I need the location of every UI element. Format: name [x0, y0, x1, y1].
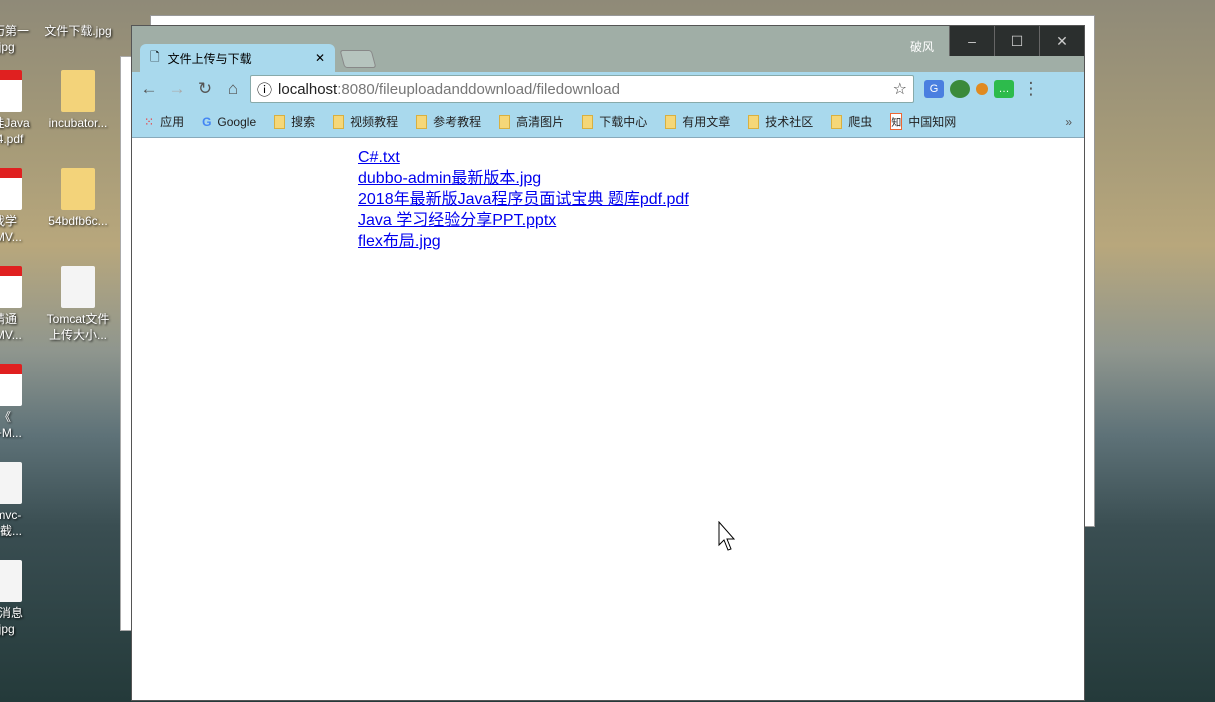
menu-icon[interactable]: ⋮ — [1020, 79, 1042, 99]
more-bookmarks-button[interactable]: » — [1065, 115, 1072, 129]
file-download-link[interactable]: C#.txt — [358, 147, 1084, 168]
img-file-icon — [61, 266, 95, 308]
globe-extension-icon[interactable] — [950, 80, 970, 98]
bookmark-item[interactable]: 视频教程 — [333, 113, 398, 130]
bookmark-label: 有用文章 — [682, 113, 730, 130]
translate-extension-icon[interactable]: G — [924, 80, 944, 98]
new-tab-button[interactable] — [340, 50, 377, 68]
bookmark-label: 下载中心 — [599, 113, 647, 130]
address-bar[interactable]: ⓘ localhost:8080/fileuploadanddownload/f… — [250, 75, 914, 103]
bookmark-star-icon[interactable]: ☆ — [893, 79, 907, 99]
home-icon[interactable]: ⌂ — [222, 79, 244, 99]
folder-file-icon — [61, 70, 95, 112]
folder-icon — [831, 115, 842, 129]
desktop-icon-label: gmvc- 拦截... — [0, 507, 45, 539]
forward-icon[interactable]: → — [166, 79, 188, 99]
folder-icon — [499, 115, 510, 129]
tab-title: 文件上传与下载 — [168, 50, 307, 67]
folder-icon — [274, 115, 285, 129]
tab-active[interactable]: 🗋 文件上传与下载 ✕ — [140, 44, 335, 72]
minimize-button[interactable]: – — [949, 26, 994, 56]
bookmark-item[interactable]: G Google — [202, 115, 256, 129]
close-window-button[interactable]: ✕ — [1039, 26, 1084, 56]
google-icon: G — [202, 115, 211, 129]
reload-icon[interactable]: ↻ — [194, 79, 216, 99]
pdf-file-icon — [0, 70, 22, 112]
file-download-link[interactable]: Java 学习经验分享PPT.pptx — [358, 210, 1084, 231]
file-download-link[interactable]: 2018年最新版Java程序员面试宝典 题库pdf.pdf — [358, 189, 1084, 210]
bookmark-label: 参考教程 — [433, 113, 481, 130]
bookmark-item[interactable]: 爬虫 — [831, 113, 872, 130]
back-icon[interactable]: ← — [138, 79, 160, 99]
desktop-icon-label: incubator... — [38, 115, 118, 131]
file-list: C#.txtdubbo-admin最新版本.jpg2018年最新版Java程序员… — [132, 138, 1084, 252]
desktop-icon-label: 文件下载.jpg — [38, 23, 118, 39]
bookmark-item[interactable]: 参考教程 — [416, 113, 481, 130]
profile-name[interactable]: 破风 — [910, 38, 934, 55]
desktop-icon[interactable]: 《 g+M... — [0, 364, 45, 441]
toolbar: ← → ↻ ⌂ ⓘ localhost:8080/fileuploadanddo… — [132, 72, 1084, 106]
txt-file-icon — [0, 462, 22, 504]
mouse-cursor-icon — [718, 521, 738, 553]
bookmark-item[interactable]: 高清图片 — [499, 113, 564, 130]
file-download-link[interactable]: dubbo-admin最新版本.jpg — [358, 168, 1084, 189]
desktop-icon[interactable]: 54bdfb6c... — [38, 168, 118, 229]
url-path: :8080/fileuploadanddownload/filedownload — [337, 81, 620, 98]
bookmark-item[interactable]: 有用文章 — [665, 113, 730, 130]
bookmark-label: 爬虫 — [848, 113, 872, 130]
close-tab-icon[interactable]: ✕ — [315, 51, 325, 65]
url-host: localhost — [278, 81, 337, 98]
bookmark-label: 视频教程 — [350, 113, 398, 130]
browser-window: 破风 – ☐ ✕ 🗋 文件上传与下载 ✕ ← → ↻ ⌂ ⓘ localhost… — [131, 25, 1085, 701]
pdf-file-icon — [0, 168, 22, 210]
bookmark-item[interactable]: 知中国知网 — [890, 113, 956, 130]
folder-file-icon — [61, 168, 95, 210]
snail-extension-icon[interactable] — [976, 83, 988, 95]
pdf-file-icon — [0, 364, 22, 406]
bookmark-item[interactable]: ⁙ 应用 — [144, 113, 184, 130]
bookmark-label: 高清图片 — [516, 113, 564, 130]
desktop-icon-label: 传消息 .jpg — [0, 605, 45, 637]
title-bar[interactable]: 破风 – ☐ ✕ 🗋 文件上传与下载 ✕ — [132, 26, 1084, 72]
bookmark-label: 应用 — [160, 113, 184, 130]
maximize-button[interactable]: ☐ — [994, 26, 1039, 56]
folder-icon — [333, 115, 344, 129]
cnki-icon: 知 — [890, 113, 902, 130]
folder-icon — [416, 115, 427, 129]
desktop-icon-label: Tomcat文件 上传大小... — [38, 311, 118, 343]
desktop-icon[interactable]: 文件下载.jpg — [38, 0, 118, 39]
img-file-icon — [0, 560, 22, 602]
pdf-file-icon — [0, 266, 22, 308]
bookmark-item[interactable]: 搜索 — [274, 113, 315, 130]
folder-icon — [582, 115, 593, 129]
apps-icon: ⁙ — [144, 115, 154, 129]
file-download-link[interactable]: flex布局.jpg — [358, 231, 1084, 252]
desktop-icon[interactable]: Tomcat文件 上传大小... — [38, 266, 118, 343]
folder-icon — [748, 115, 759, 129]
bookmark-item[interactable]: 技术社区 — [748, 113, 813, 130]
desktop-icon-label: 54bdfb6c... — [38, 213, 118, 229]
desktop-icon[interactable]: 传消息 .jpg — [0, 560, 45, 637]
bookmark-item[interactable]: 下载中心 — [582, 113, 647, 130]
bookmark-label: 技术社区 — [765, 113, 813, 130]
page-icon: 🗋 — [150, 48, 160, 69]
desktop-icon[interactable]: gmvc- 拦截... — [0, 462, 45, 539]
bookmark-label: Google — [217, 115, 256, 129]
chat-extension-icon[interactable]: … — [994, 80, 1014, 98]
bookmark-label: 中国知网 — [908, 113, 956, 130]
info-icon[interactable]: ⓘ — [257, 79, 272, 100]
bookmark-label: 搜索 — [291, 113, 315, 130]
desktop-icon[interactable]: incubator... — [38, 70, 118, 131]
desktop-icon-label: 《 g+M... — [0, 409, 45, 441]
bookmarks-bar: ⁙ 应用 G Google 搜索 视频教程 参考教程 高清图片 下载中心 有用文章 技术社区 爬虫 知中… — [132, 106, 1084, 138]
folder-icon — [665, 115, 676, 129]
